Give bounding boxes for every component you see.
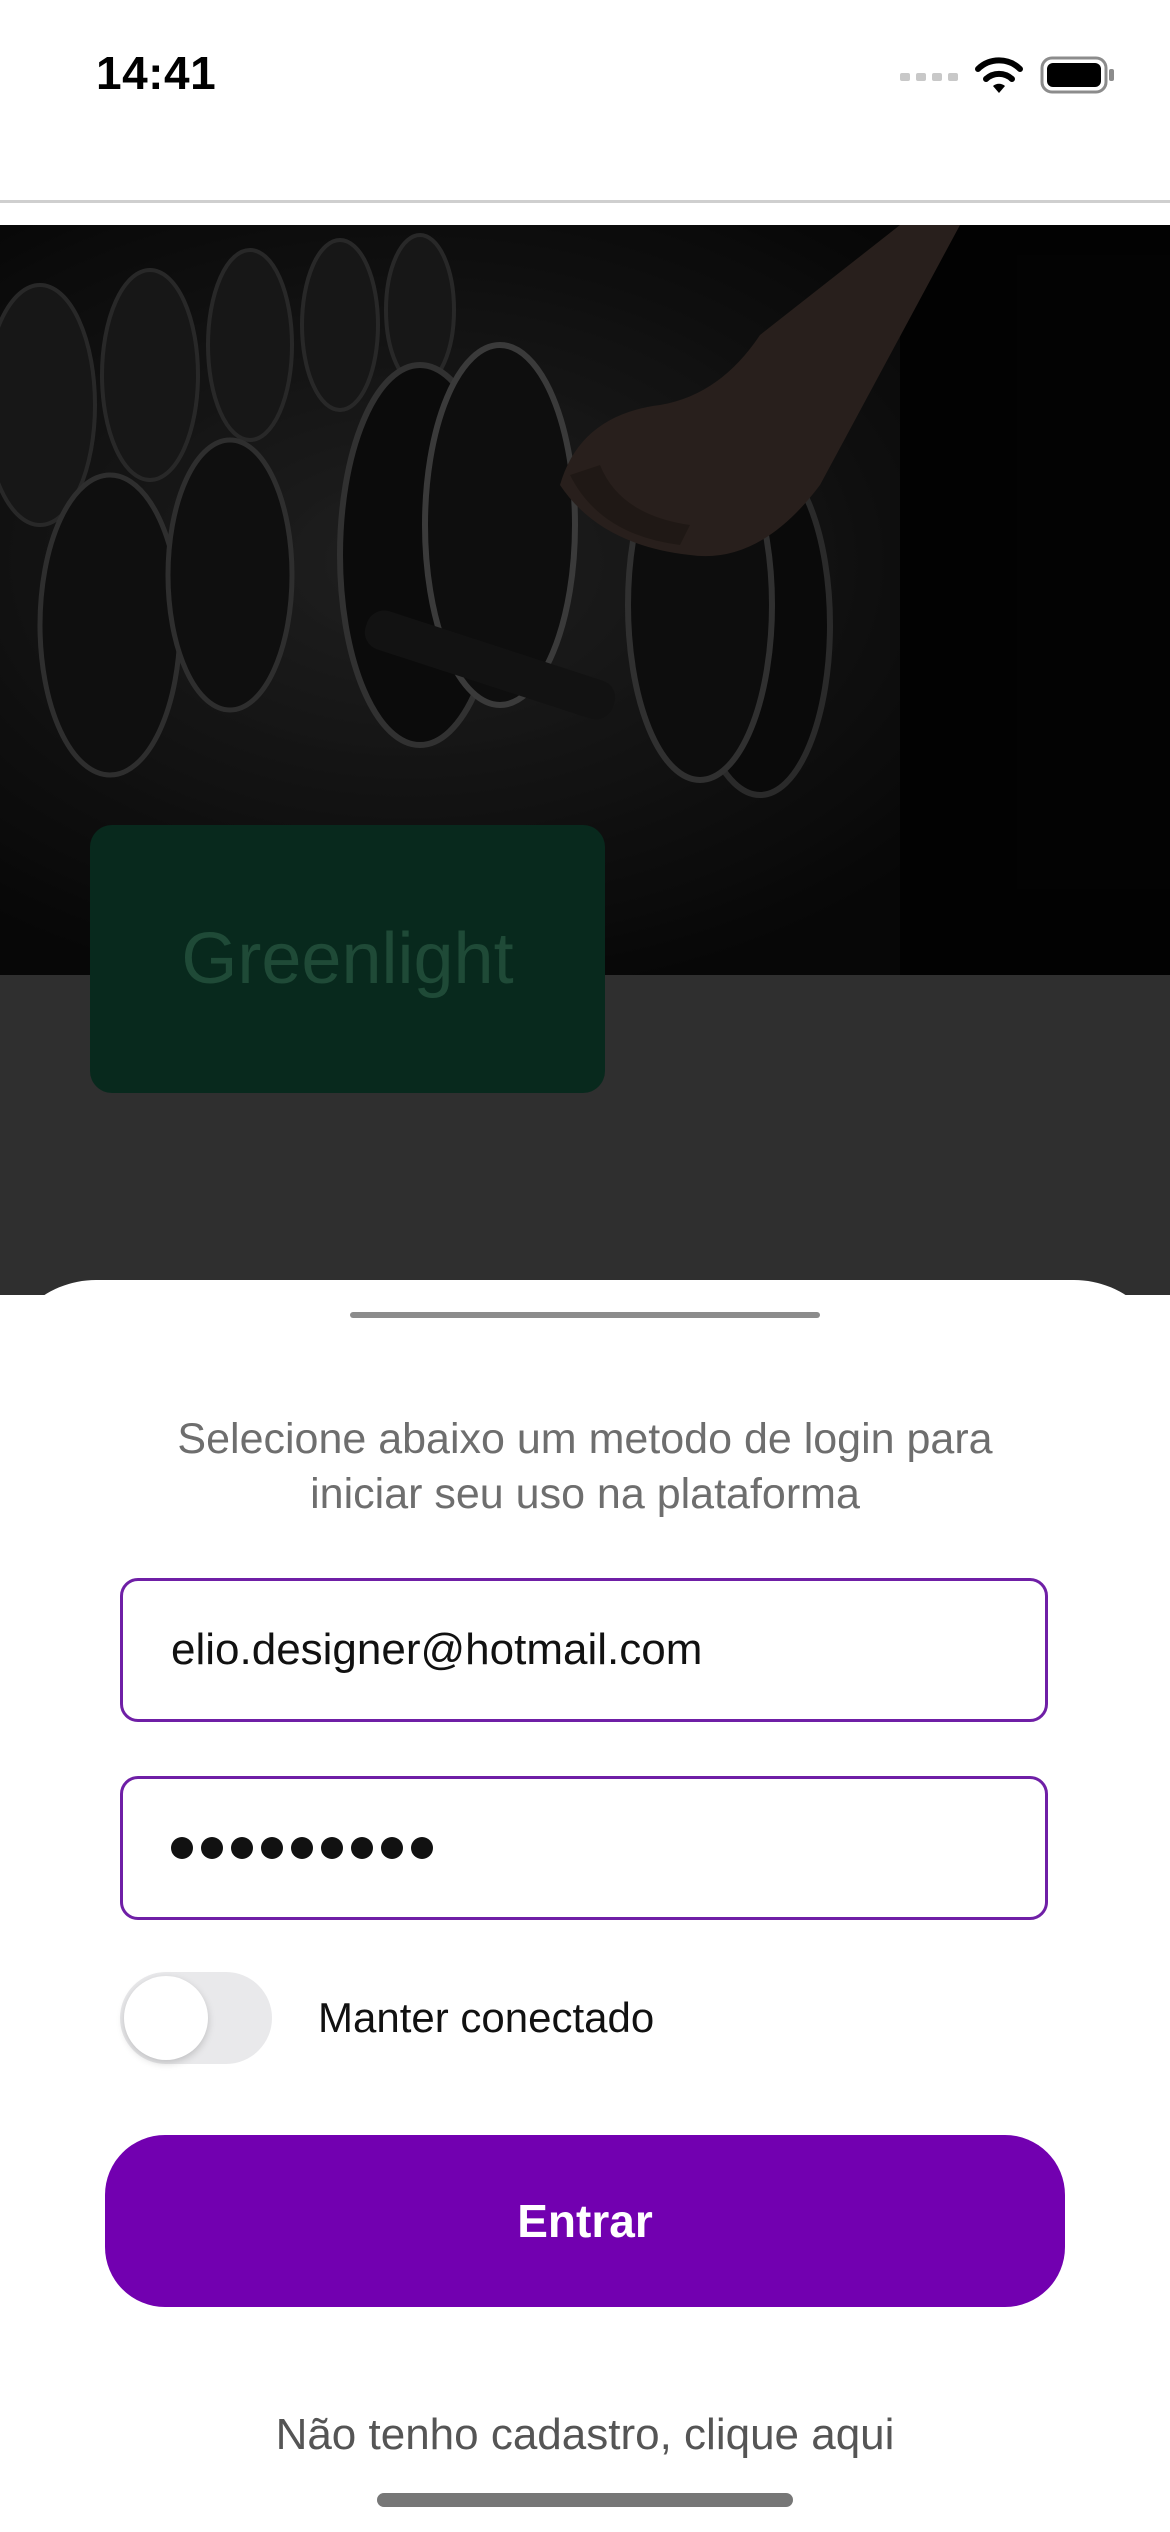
status-bar: 14:41 [0,0,1170,140]
keep-connected-label: Manter conectado [318,1994,655,2041]
wifi-icon [975,57,1023,93]
subtitle-line-1: Selecione abaixo um metodo de login para [177,1415,993,1463]
password-field[interactable] [120,1776,1048,1920]
status-time: 14:41 [96,47,217,99]
login-button-label: Entrar [517,2195,653,2247]
email-value: elio.designer@hotmail.com [171,1625,703,1674]
battery-icon [1040,56,1114,94]
password-value [171,1837,433,1859]
login-button[interactable]: Entrar [105,2135,1065,2307]
status-icons [900,52,1116,98]
subtitle-line-2: iniciar seu uso na plataforma [310,1470,860,1518]
toggle-knob [124,1976,208,2060]
navigation-bar [0,140,1170,203]
sheet-grabber[interactable] [350,1312,820,1318]
brand-label: Greenlight [181,919,514,999]
brand-logo-card: Greenlight [90,825,605,1093]
keep-connected-toggle[interactable] [120,1972,272,2064]
email-field[interactable]: elio.designer@hotmail.com [120,1578,1048,1722]
signup-link[interactable]: Não tenho cadastro, clique aqui [0,2410,1170,2460]
signal-icon [900,73,958,81]
home-indicator[interactable] [377,2493,793,2507]
login-subtitle: Selecione abaixo um metodo de login para… [100,1412,1070,1522]
